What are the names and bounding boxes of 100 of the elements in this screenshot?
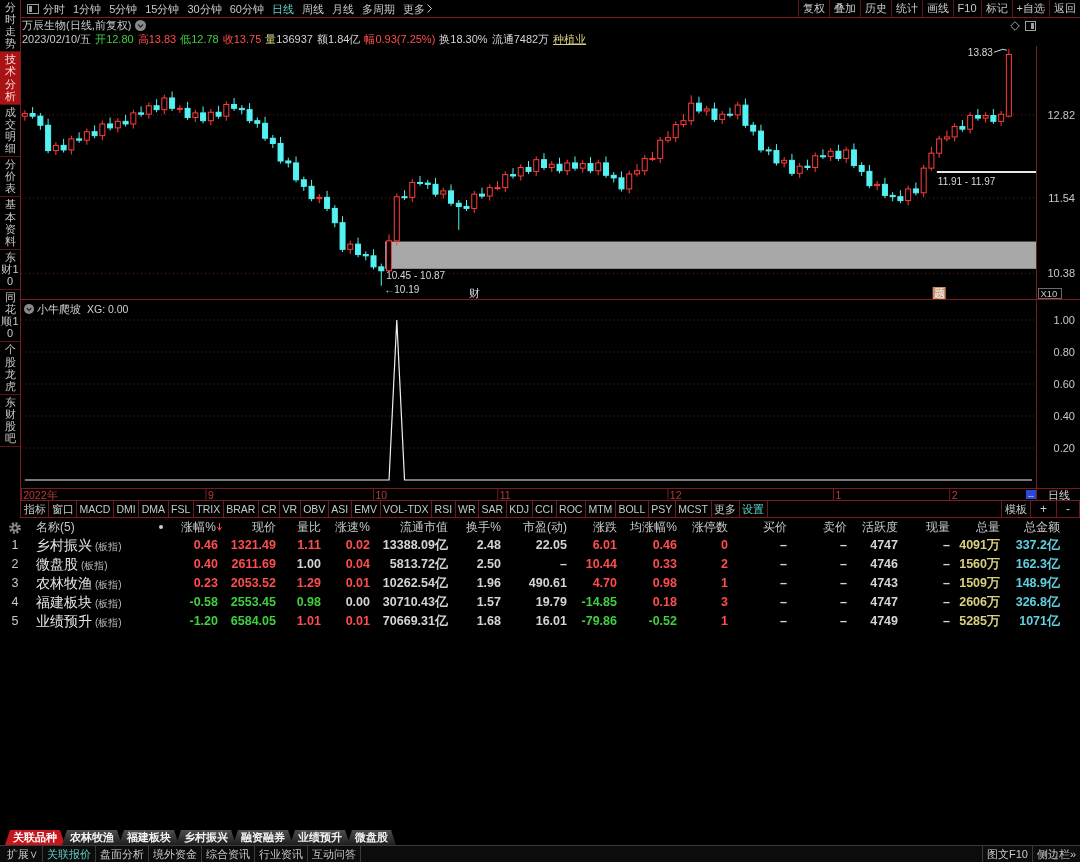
period-tab[interactable]: 周线 xyxy=(298,0,328,17)
bottom-bar-tab[interactable]: 境外资金 xyxy=(149,846,202,862)
dropdown-icon[interactable] xyxy=(135,20,147,31)
diamond-icon[interactable] xyxy=(1010,20,1020,31)
indicator-tab[interactable]: MTM xyxy=(585,501,616,517)
bottom-bar-button[interactable]: 图文F10 xyxy=(981,846,1032,862)
indicator-tab[interactable]: VOL-TDX xyxy=(380,501,433,517)
period-tab[interactable]: 15分钟 xyxy=(141,0,184,17)
bottom-tab[interactable]: 关联品种 xyxy=(5,830,65,845)
column-header[interactable]: 均涨幅% xyxy=(630,519,677,535)
bottom-tab[interactable]: 福建板块 xyxy=(119,830,179,845)
board-name[interactable]: 业绩预升 xyxy=(36,613,92,629)
settings-tab[interactable]: 设置 xyxy=(739,501,768,517)
toolbar-button[interactable]: 返回 xyxy=(1049,0,1080,17)
toolbar-button[interactable]: 画线 xyxy=(921,0,953,17)
board-name[interactable]: 福建板块 xyxy=(36,594,92,610)
toolbar-button[interactable]: 标记 xyxy=(980,0,1012,17)
dropdown-icon[interactable] xyxy=(24,304,34,314)
indicator-tab[interactable]: MCST xyxy=(675,501,712,517)
scroll-button[interactable]: -- xyxy=(1026,490,1036,500)
indicator-tab[interactable]: PSY xyxy=(648,501,676,517)
indicator-tab[interactable]: BRAR xyxy=(223,501,259,517)
indicator-tab[interactable]: OBV xyxy=(300,501,329,517)
toolbar-button[interactable]: 复权 xyxy=(797,0,829,17)
column-header[interactable]: 涨速% xyxy=(335,519,370,535)
period-tab[interactable]: 分时 xyxy=(39,0,69,17)
more-button[interactable]: 更多 xyxy=(399,0,436,17)
board-name[interactable]: 农林牧渔 xyxy=(36,575,92,591)
bottom-bar-tab[interactable]: 盘面分析 xyxy=(96,846,149,862)
board-name[interactable]: 微盘股 xyxy=(36,556,78,572)
period-tab[interactable]: 30分钟 xyxy=(183,0,226,17)
indicator-tab[interactable]: SAR xyxy=(479,501,507,517)
sidebar-panel-icon[interactable] xyxy=(27,3,39,14)
column-header[interactable]: 市盈(动) xyxy=(523,519,567,535)
bottom-bar-tab[interactable]: 行业资讯 xyxy=(255,846,308,862)
indicator-tab[interactable]: WR xyxy=(455,501,480,517)
toolbar-button[interactable]: 统计 xyxy=(890,0,922,17)
bottom-bar-button[interactable]: 侧边栏» xyxy=(1031,846,1080,862)
zoom-badge[interactable]: X10 xyxy=(1038,288,1062,299)
indicator-tab[interactable]: CR xyxy=(258,501,281,517)
indicator-tab[interactable]: FSL xyxy=(168,501,194,517)
column-header[interactable]: 涨跌 xyxy=(593,519,617,535)
panel-icon[interactable] xyxy=(1025,20,1036,31)
indicator-tab[interactable]: EMV xyxy=(351,501,381,517)
indicator-tab[interactable]: 指标 xyxy=(21,501,49,517)
bottom-tab[interactable]: 乡村振兴 xyxy=(176,830,236,845)
bottom-tab[interactable]: 农林牧渔 xyxy=(62,830,122,845)
sidebar-tab[interactable]: 基本资料 xyxy=(0,197,20,250)
column-header[interactable]: 买价 xyxy=(763,519,787,535)
sidebar-tab[interactable]: 技术分析 xyxy=(0,52,20,105)
column-header[interactable]: 总量 xyxy=(976,519,1000,535)
indicator-tab[interactable]: RSI xyxy=(432,501,456,517)
period-tab[interactable]: 5分钟 xyxy=(105,0,142,17)
indicator-tab[interactable]: BOLL xyxy=(615,501,649,517)
column-header[interactable]: 现量 xyxy=(926,519,950,535)
period-tab[interactable]: 多周期 xyxy=(358,0,399,17)
toolbar-button[interactable]: 历史 xyxy=(859,0,891,17)
sidebar-tab[interactable]: 分价表 xyxy=(0,157,20,198)
industry-link[interactable]: 种植业 xyxy=(553,32,587,47)
column-header[interactable]: 涨停数 xyxy=(692,519,728,535)
indicator-tab[interactable]: MACD xyxy=(77,501,114,517)
bottom-bar-tab[interactable]: 关联报价 xyxy=(43,846,96,862)
bottom-tab[interactable]: 融资融券 xyxy=(233,830,293,845)
indicator-tab[interactable]: ROC xyxy=(556,501,586,517)
indicator-tab[interactable]: DMI xyxy=(113,501,140,517)
column-header[interactable]: 总金额 xyxy=(1024,519,1060,535)
bottom-bar-tab[interactable]: 扩展∨ xyxy=(3,846,43,862)
toolbar-button[interactable]: F10 xyxy=(952,0,981,17)
indicator-tab[interactable]: ASI xyxy=(328,501,352,517)
bottom-bar-tab[interactable]: 互动问答 xyxy=(308,846,361,862)
bottom-bar-tab[interactable]: 综合资讯 xyxy=(202,846,255,862)
zoom-button[interactable]: + xyxy=(1031,501,1057,517)
column-header[interactable]: 活跃度 xyxy=(862,519,898,535)
sidebar-tab[interactable]: 个股龙虎 xyxy=(0,342,20,395)
settings-icon[interactable] xyxy=(9,521,21,534)
indicator-tab[interactable]: 更多 xyxy=(711,501,740,517)
toolbar-button[interactable]: +自选 xyxy=(1011,0,1049,17)
template-button[interactable]: 模板 xyxy=(1001,501,1031,517)
column-header[interactable]: 卖价 xyxy=(823,519,847,535)
column-header[interactable]: 换手% xyxy=(466,519,501,535)
sidebar-tab[interactable]: 东财10 xyxy=(0,249,20,291)
period-tab[interactable]: 1分钟 xyxy=(69,0,106,17)
indicator-tab[interactable]: TRIX xyxy=(193,501,224,517)
indicator-tab[interactable]: DMA xyxy=(139,501,169,517)
column-header[interactable]: 现价 xyxy=(252,519,276,535)
sidebar-tab[interactable]: 同花顺10 xyxy=(0,290,20,343)
sidebar-tab[interactable]: 成交明细 xyxy=(0,104,20,158)
toolbar-button[interactable]: 叠加 xyxy=(828,0,860,17)
indicator-tab[interactable]: VR xyxy=(280,501,301,517)
zoom-button[interactable]: - xyxy=(1057,501,1080,517)
sidebar-tab[interactable]: 东财股吧 xyxy=(0,394,20,448)
bottom-tab[interactable]: 微盘股 xyxy=(347,830,396,845)
indicator-tab[interactable]: 窗口 xyxy=(49,501,77,517)
period-tab[interactable]: 月线 xyxy=(328,0,358,17)
board-name[interactable]: 乡村振兴 xyxy=(36,537,92,553)
column-header[interactable]: 量比 xyxy=(297,519,321,535)
indicator-tab[interactable]: KDJ xyxy=(506,501,533,517)
period-tab[interactable]: 60分钟 xyxy=(225,0,268,17)
event-mark[interactable]: 财 xyxy=(468,287,480,299)
period-tab[interactable]: 日线 xyxy=(268,0,298,17)
